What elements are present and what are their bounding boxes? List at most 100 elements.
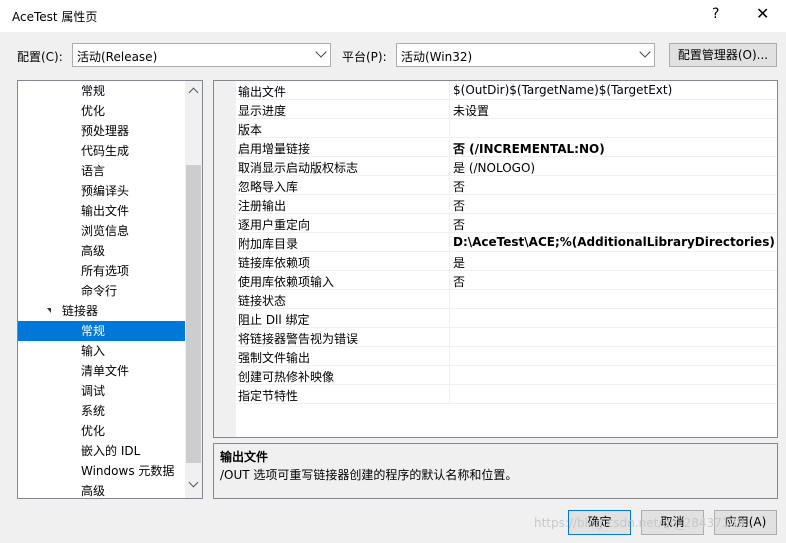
- tree-item[interactable]: 命令行: [18, 281, 185, 301]
- tree-item[interactable]: 清单文件: [18, 361, 185, 381]
- platform-select[interactable]: 活动(Win32): [396, 43, 655, 67]
- tree-item-label: 命令行: [81, 284, 118, 298]
- property-row[interactable]: 启用增量链接 否 (/INCREMENTAL:NO): [236, 138, 777, 157]
- tree-item-label: 常规: [81, 84, 106, 98]
- tree-item-label: 预编译头: [81, 184, 130, 198]
- property-name: 逐用户重定向: [238, 218, 311, 232]
- property-row[interactable]: 输出文件 $(OutDir)$(TargetName)$(TargetExt): [236, 81, 777, 100]
- property-value[interactable]: 否: [453, 216, 465, 233]
- property-value[interactable]: 否 (/INCREMENTAL:NO): [453, 140, 605, 157]
- config-label: 配置(C):: [17, 50, 63, 64]
- property-grid[interactable]: 输出文件 $(OutDir)$(TargetName)$(TargetExt) 显示…: [213, 80, 778, 438]
- tree-item[interactable]: 浏览信息: [18, 221, 185, 241]
- property-row[interactable]: 附加库目录 D:\AceTest\ACE;%(AdditionalLibraryD…: [236, 233, 777, 252]
- property-row[interactable]: 忽略导入库 否: [236, 176, 777, 195]
- expand-arrow-icon[interactable]: [47, 308, 51, 313]
- platform-label: 平台(P):: [342, 50, 387, 64]
- column-divider: [449, 214, 450, 233]
- property-row[interactable]: 强制文件输出: [236, 347, 777, 366]
- property-row[interactable]: 指定节特性: [236, 385, 777, 404]
- property-row[interactable]: 版本: [236, 119, 777, 138]
- tree-item-selected[interactable]: 常规: [18, 321, 185, 341]
- tree-item[interactable]: 所有选项: [18, 261, 185, 281]
- property-name: 忽略导入库: [238, 180, 299, 194]
- property-value[interactable]: 否: [453, 197, 465, 214]
- property-row[interactable]: 将链接器警告视为错误: [236, 328, 777, 347]
- tree-item-label: 嵌入的 IDL: [81, 444, 141, 458]
- category-tree[interactable]: 常规 优化 预处理器 代码生成 语言 预编译头 输出文件 浏览信息 高级 所有选项 命令行 链接器 常规…: [17, 80, 203, 499]
- property-name: 阻止 Dll 绑定: [238, 313, 310, 327]
- column-divider: [449, 100, 450, 119]
- tree-item[interactable]: 高级: [18, 241, 185, 261]
- property-row[interactable]: 取消显示启动版权标志 是 (/NOLOGO): [236, 157, 777, 176]
- config-manager-button[interactable]: 配置管理器(O)...: [669, 43, 777, 67]
- scroll-up-icon[interactable]: [188, 87, 199, 98]
- tree-item-label: 预处理器: [81, 124, 130, 138]
- property-value[interactable]: 否: [453, 273, 465, 290]
- watermark: https://blog.csdn.net/qq_28437139: [534, 516, 745, 530]
- tree-item[interactable]: 调试: [18, 381, 185, 401]
- tree-item-label: 常规: [81, 324, 106, 338]
- chevron-down-icon: [315, 46, 327, 58]
- column-divider: [449, 309, 450, 328]
- property-row[interactable]: 链接状态: [236, 290, 777, 309]
- tree-item[interactable]: 输出文件: [18, 201, 185, 221]
- property-name: 版本: [238, 123, 263, 137]
- property-value[interactable]: 是: [453, 254, 465, 271]
- config-select[interactable]: 活动(Release): [72, 43, 331, 67]
- tree-item-label: 优化: [81, 424, 106, 438]
- property-value[interactable]: 否: [453, 178, 465, 195]
- column-divider: [449, 385, 450, 404]
- tree-item-label: 清单文件: [81, 364, 130, 378]
- tree-item[interactable]: 常规: [18, 81, 185, 101]
- property-name: 创建可热修补映像: [238, 370, 335, 384]
- property-row[interactable]: 使用库依赖项输入 否: [236, 271, 777, 290]
- tree-item[interactable]: 预处理器: [18, 121, 185, 141]
- tree-item[interactable]: 嵌入的 IDL: [18, 441, 185, 461]
- description-text: /OUT 选项可重写链接器创建的程序的默认名称和位置。: [220, 468, 518, 482]
- column-divider: [449, 176, 450, 195]
- property-row[interactable]: 显示进度 未设置: [236, 100, 777, 119]
- property-value[interactable]: D:\AceTest\ACE;%(AdditionalLibraryDirect…: [453, 235, 775, 249]
- tree-scrollbar[interactable]: [185, 81, 202, 498]
- tree-item[interactable]: 输入: [18, 341, 185, 361]
- column-divider: [449, 119, 450, 138]
- tree-item-label: 输入: [81, 344, 106, 358]
- column-divider: [449, 252, 450, 271]
- tree-item-label: 语言: [81, 164, 106, 178]
- property-row[interactable]: 阻止 Dll 绑定: [236, 309, 777, 328]
- tree-group-linker[interactable]: 链接器: [18, 301, 185, 321]
- column-divider: [449, 157, 450, 176]
- close-button[interactable]: ✕: [756, 4, 769, 23]
- tree-item[interactable]: 系统: [18, 401, 185, 421]
- scroll-thumb[interactable]: [186, 165, 201, 463]
- property-name: 输出文件: [238, 85, 287, 99]
- column-divider: [449, 138, 450, 157]
- property-row[interactable]: 注册输出 否: [236, 195, 777, 214]
- column-divider: [449, 271, 450, 290]
- tree-item[interactable]: Windows 元数据: [18, 461, 185, 481]
- scroll-down-icon[interactable]: [188, 477, 199, 488]
- tree-item-label: 高级: [81, 244, 106, 258]
- platform-value: 活动(Win32): [401, 50, 473, 64]
- title-bar: AceTest 属性页 ? ✕: [0, 0, 786, 32]
- tree-item[interactable]: 优化: [18, 421, 185, 441]
- tree-item-label: 优化: [81, 104, 106, 118]
- column-divider: [449, 328, 450, 347]
- property-value[interactable]: 是 (/NOLOGO): [453, 159, 535, 176]
- column-divider: [449, 195, 450, 214]
- help-button[interactable]: ?: [712, 6, 719, 22]
- config-value: 活动(Release): [77, 50, 158, 64]
- property-row[interactable]: 创建可热修补映像: [236, 366, 777, 385]
- tree-item[interactable]: 语言: [18, 161, 185, 181]
- tree-item[interactable]: 代码生成: [18, 141, 185, 161]
- property-row[interactable]: 逐用户重定向 否: [236, 214, 777, 233]
- tree-item[interactable]: 高级: [18, 481, 185, 498]
- property-value[interactable]: 未设置: [453, 102, 489, 119]
- tree-item[interactable]: 预编译头: [18, 181, 185, 201]
- chevron-down-icon: [639, 46, 651, 58]
- tree-item[interactable]: 优化: [18, 101, 185, 121]
- property-row[interactable]: 链接库依赖项 是: [236, 252, 777, 271]
- window-title: AceTest 属性页: [12, 10, 98, 24]
- property-value[interactable]: $(OutDir)$(TargetName)$(TargetExt): [453, 83, 672, 97]
